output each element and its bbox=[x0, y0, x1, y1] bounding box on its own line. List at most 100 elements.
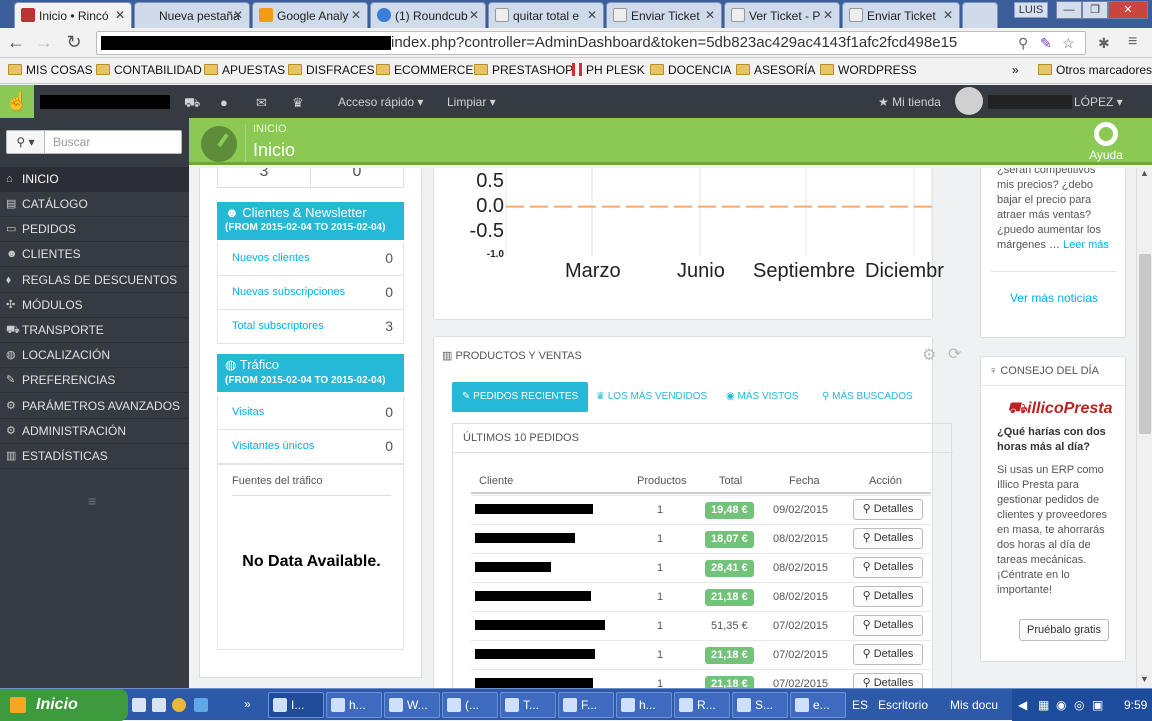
extension-bug-icon[interactable]: ✱ bbox=[1098, 35, 1110, 52]
page-scrollbar[interactable]: ▲ ▼ bbox=[1136, 168, 1152, 688]
bookmark-folder[interactable]: CONTABILIDAD bbox=[96, 63, 202, 77]
forward-arrow-icon[interactable]: → bbox=[34, 32, 54, 52]
sidebar-item-localizacion[interactable]: ◍ LOCALIZACIÓN bbox=[0, 343, 189, 368]
envelope-icon[interactable]: ✉ bbox=[256, 95, 267, 111]
sidebar-item-reglas-descuentos[interactable]: ⬧ REGLAS DE DESCUENTOS bbox=[0, 268, 189, 293]
search-type-dropdown[interactable]: ⚲ ▾ bbox=[7, 131, 45, 153]
tray-expand-icon[interactable]: ◀ bbox=[1018, 698, 1027, 712]
sidebar-item-parametros-avanzados[interactable]: ⚙ PARÁMETROS AVANZADOS bbox=[0, 394, 189, 419]
bookmark-folder[interactable]: APUESTAS bbox=[204, 63, 285, 77]
quicklaunch-icon[interactable] bbox=[152, 698, 166, 712]
taskbar-task[interactable]: S... bbox=[732, 692, 788, 718]
close-icon[interactable]: ✕ bbox=[587, 8, 597, 22]
sidebar-item-administracion[interactable]: ⚙ ADMINISTRACIÓN bbox=[0, 419, 189, 444]
prestashop-logo-icon[interactable]: ☝ bbox=[0, 85, 34, 118]
avatar[interactable] bbox=[955, 87, 983, 115]
try-free-button[interactable]: Pruébalo gratis bbox=[1019, 619, 1109, 641]
chrome-icon[interactable] bbox=[172, 698, 186, 712]
maximize-button[interactable]: ❐ bbox=[1082, 1, 1108, 19]
browser-tab[interactable]: Google Analy ✕ bbox=[252, 2, 368, 28]
back-arrow-icon[interactable]: ← bbox=[6, 32, 26, 52]
close-icon[interactable]: ✕ bbox=[115, 8, 125, 22]
clear-cache-dropdown[interactable]: Limpiar ▾ bbox=[447, 95, 496, 109]
details-button[interactable]: ⚲ Detalles bbox=[853, 673, 923, 688]
sidebar-item-inicio[interactable]: ⌂ INICIO bbox=[0, 167, 189, 192]
minimize-button[interactable]: — bbox=[1056, 1, 1082, 19]
breadcrumb[interactable]: INICIO bbox=[253, 123, 287, 135]
bookmark-folder[interactable]: DOCENCIA bbox=[650, 63, 731, 77]
taskbar-task[interactable]: T... bbox=[500, 692, 556, 718]
bookmark-plesk[interactable]: PH PLESK bbox=[572, 63, 645, 77]
reload-icon[interactable]: ↻ bbox=[64, 32, 84, 52]
search-icon[interactable]: ⚲ bbox=[1018, 35, 1028, 52]
my-store-link[interactable]: ★ Mi tienda bbox=[878, 95, 941, 109]
close-icon[interactable]: ✕ bbox=[823, 8, 833, 22]
other-bookmarks-folder[interactable]: Otros marcadores bbox=[1038, 63, 1152, 77]
details-button[interactable]: ⚲ Detalles bbox=[853, 557, 923, 578]
browser-tab[interactable]: (1) Roundcub ✕ bbox=[370, 2, 486, 28]
bookmark-folder[interactable]: PRESTASHOP bbox=[474, 63, 573, 77]
details-button[interactable]: ⚲ Detalles bbox=[853, 528, 923, 549]
browser-tab[interactable]: Enviar Ticket ✕ bbox=[842, 2, 960, 28]
star-icon[interactable]: ☆ bbox=[1062, 35, 1075, 52]
search-input[interactable]: Buscar bbox=[53, 135, 90, 149]
tab-most-viewed[interactable]: ◉ MÁS VISTOS bbox=[726, 382, 798, 412]
user-icon[interactable]: ● bbox=[220, 95, 228, 110]
taskbar-task[interactable]: h... bbox=[616, 692, 672, 718]
start-button[interactable]: Inicio bbox=[0, 689, 128, 721]
details-button[interactable]: ⚲ Detalles bbox=[853, 644, 923, 665]
lock-icon[interactable]: ▣ bbox=[1092, 698, 1103, 712]
browser-tab[interactable]: Enviar Ticket ✕ bbox=[606, 2, 722, 28]
sidebar-item-preferencias[interactable]: ✎ PREFERENCIAS bbox=[0, 368, 189, 393]
quicklaunch-icon[interactable] bbox=[132, 698, 146, 712]
refresh-icon[interactable]: ⟳ bbox=[948, 344, 961, 364]
close-icon[interactable]: ✕ bbox=[233, 8, 243, 22]
employee-menu-dropdown[interactable]: LÓPEZ ▾ bbox=[1074, 95, 1123, 109]
more-news-link[interactable]: Ver más noticias bbox=[981, 291, 1127, 305]
scroll-down-arrow-icon[interactable]: ▼ bbox=[1140, 674, 1149, 684]
stat-label[interactable]: Visitantes únicos bbox=[232, 440, 314, 452]
bookmarks-overflow-button[interactable]: » bbox=[1012, 63, 1019, 77]
taskbar-task[interactable]: (... bbox=[442, 692, 498, 718]
scrollbar-thumb[interactable] bbox=[1139, 254, 1151, 434]
close-icon[interactable]: ✕ bbox=[705, 8, 715, 22]
clock[interactable]: 9:59 bbox=[1124, 698, 1147, 712]
close-icon[interactable]: ✕ bbox=[351, 8, 361, 22]
configure-gear-icon[interactable]: ⚙ bbox=[922, 345, 936, 365]
address-bar[interactable]: index.php?controller=AdminDashboard&toke… bbox=[96, 31, 1086, 55]
browser-tab[interactable]: Ver Ticket - P ✕ bbox=[724, 2, 840, 28]
bookmark-folder[interactable]: WORDPRESS bbox=[820, 63, 917, 77]
details-button[interactable]: ⚲ Detalles bbox=[853, 586, 923, 607]
taskbar-task[interactable]: W... bbox=[384, 692, 440, 718]
sidebar-item-pedidos[interactable]: ▭ PEDIDOS bbox=[0, 217, 189, 242]
trophy-icon[interactable]: ♛ bbox=[292, 95, 304, 111]
read-more-link[interactable]: Leer más bbox=[1063, 239, 1109, 251]
browser-tab[interactable]: Inicio • Rincó ✕ bbox=[14, 2, 132, 28]
stat-label[interactable]: Visitas bbox=[232, 406, 264, 418]
bookmark-folder[interactable]: ECOMMERCE bbox=[376, 63, 473, 77]
collapse-menu-icon[interactable]: ≡ bbox=[88, 493, 96, 509]
menu-icon[interactable]: ≡ bbox=[1128, 33, 1137, 51]
details-button[interactable]: ⚲ Detalles bbox=[853, 615, 923, 636]
tab-recent-orders[interactable]: ✎ PEDIDOS RECIENTES bbox=[452, 382, 589, 412]
sync-icon[interactable]: ◎ bbox=[1074, 698, 1084, 712]
taskbar-task[interactable]: h... bbox=[326, 692, 382, 718]
tab-best-sellers[interactable]: ♛ LOS MÁS VENDIDOS bbox=[596, 382, 707, 412]
scroll-up-arrow-icon[interactable]: ▲ bbox=[1140, 168, 1149, 178]
ie-icon[interactable] bbox=[194, 698, 208, 712]
stat-label[interactable]: Nuevos clientes bbox=[232, 252, 310, 264]
close-icon[interactable]: ✕ bbox=[943, 8, 953, 22]
sidebar-item-clientes[interactable]: ☻ CLIENTES bbox=[0, 242, 189, 267]
speaker-icon[interactable]: ◉ bbox=[1056, 698, 1066, 712]
sidebar-item-modulos[interactable]: ✣ MÓDULOS bbox=[0, 293, 189, 318]
pen-extension-icon[interactable]: ✎ bbox=[1040, 35, 1052, 52]
taskbar-task[interactable]: F... bbox=[558, 692, 614, 718]
sidebar-item-catalogo[interactable]: ▤ CATÁLOGO bbox=[0, 192, 189, 217]
sidebar-item-transporte[interactable]: ⛟ TRANSPORTE bbox=[0, 318, 189, 343]
desktop-toolbar[interactable]: Escritorio bbox=[878, 698, 928, 712]
close-window-button[interactable]: ✕ bbox=[1108, 1, 1148, 19]
browser-tab[interactable]: quitar total e ✕ bbox=[488, 2, 604, 28]
close-icon[interactable]: ✕ bbox=[469, 8, 479, 22]
quick-access-dropdown[interactable]: Acceso rápido ▾ bbox=[338, 95, 423, 109]
taskbar-task[interactable]: e... bbox=[790, 692, 846, 718]
